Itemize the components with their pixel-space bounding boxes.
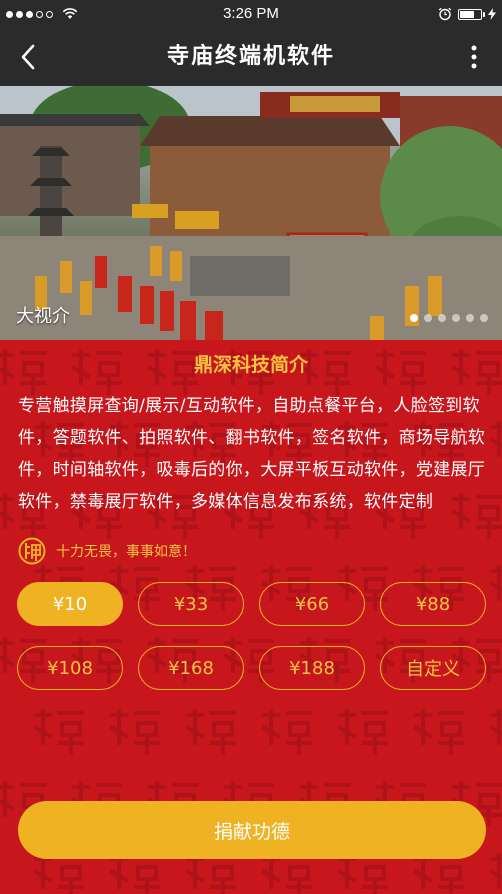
- navigation-bar: 寺庙终端机软件: [0, 28, 502, 86]
- carousel-dot[interactable]: [424, 314, 432, 322]
- status-bar: 3:26 PM: [0, 0, 502, 28]
- more-vertical-icon: [471, 45, 477, 69]
- battery-icon: [458, 8, 485, 20]
- carousel-dot[interactable]: [438, 314, 446, 322]
- intro-text: 专营触摸屏查询/展示/互动软件，自助点餐平台，人脸签到软件，答题软件、拍照软件、…: [18, 396, 486, 512]
- page-title: 寺庙终端机软件: [166, 44, 335, 69]
- amount-option-button[interactable]: ¥88: [380, 582, 486, 626]
- amount-option-button[interactable]: ¥10: [17, 582, 123, 626]
- carousel-dot[interactable]: [452, 314, 460, 322]
- carousel-dot[interactable]: [410, 314, 418, 322]
- amount-option-button[interactable]: ¥188: [259, 646, 365, 690]
- temple-ceremony-photo: [0, 86, 502, 340]
- charging-bolt-icon: [488, 8, 496, 20]
- donation-panel: 鼎深科技简介 专营触摸屏查询/展示/互动软件，自助点餐平台，人脸签到软件，答题软…: [0, 340, 502, 894]
- status-right-icons: [438, 0, 496, 28]
- blessing-row: 十力无畏，事事如意！: [18, 536, 196, 566]
- back-button[interactable]: [8, 37, 48, 77]
- chevron-left-icon: [21, 44, 35, 70]
- amount-option-button[interactable]: ¥108: [17, 646, 123, 690]
- amount-option-button[interactable]: ¥168: [138, 646, 244, 690]
- donate-button[interactable]: 捐献功德: [18, 801, 486, 859]
- banner-caption: 大视介: [16, 306, 70, 327]
- carousel-indicator: [410, 314, 488, 322]
- amount-option-button[interactable]: 自定义: [380, 646, 486, 690]
- alarm-clock-icon: [438, 7, 452, 21]
- amount-option-button[interactable]: ¥33: [138, 582, 244, 626]
- amount-option-button[interactable]: ¥66: [259, 582, 365, 626]
- intro-title: 鼎深科技简介: [193, 354, 308, 376]
- buddha-seal-icon: [18, 537, 46, 565]
- status-time: 3:26 PM: [223, 5, 279, 22]
- blessing-text: 十力无畏，事事如意！: [56, 544, 196, 560]
- more-options-button[interactable]: [454, 37, 494, 77]
- carousel-dot[interactable]: [480, 314, 488, 322]
- banner-carousel[interactable]: 大视介: [0, 86, 502, 340]
- carousel-dot[interactable]: [466, 314, 474, 322]
